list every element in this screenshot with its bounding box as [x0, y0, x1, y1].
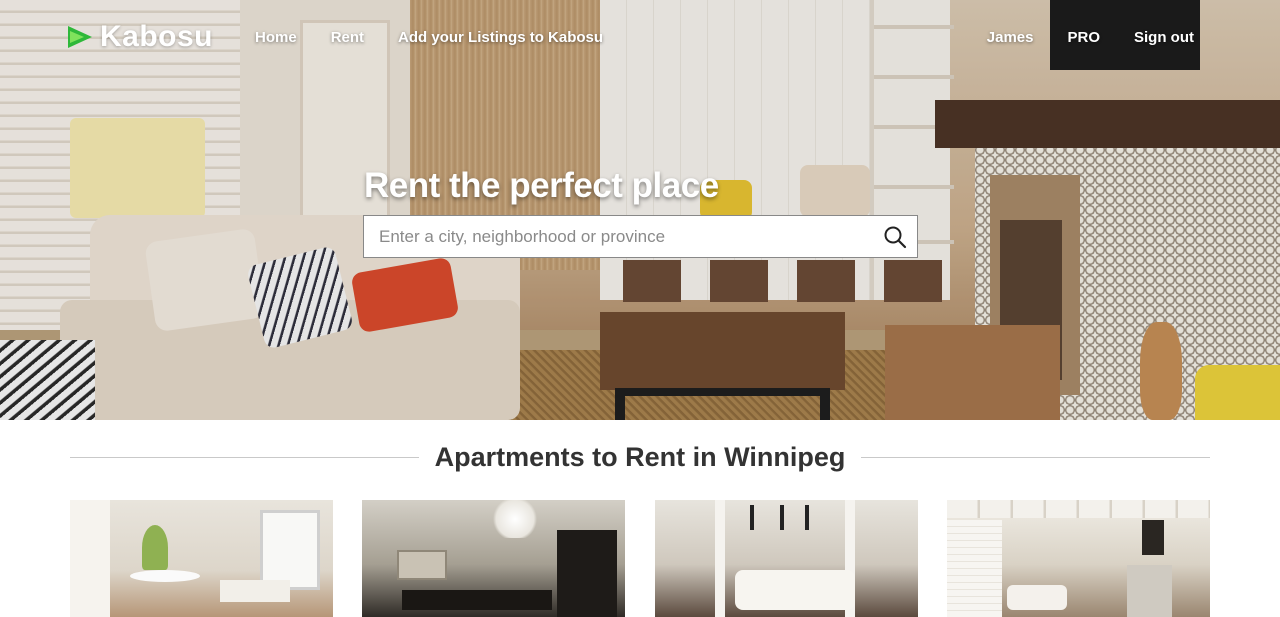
divider-left [70, 456, 419, 458]
section-title: Apartments to Rent in Winnipeg [434, 441, 846, 472]
nav-add-listings-link[interactable]: Add your Listings to Kabosu [398, 29, 603, 46]
nav-rent-link[interactable]: Rent [331, 29, 364, 46]
nav-pro-link[interactable]: PRO [1067, 29, 1100, 46]
search-bar [363, 215, 918, 258]
hero-banner [0, 0, 1280, 420]
primary-nav: Home Rent Add your Listings to Kabosu [255, 29, 637, 46]
divider-right [861, 456, 1210, 458]
hero-title: Rent the perfect place [364, 166, 719, 205]
nav-sign-out-link[interactable]: Sign out [1134, 29, 1194, 46]
brand-name: Kabosu [100, 20, 214, 53]
brand-logo[interactable]: Kabosu [68, 20, 213, 54]
listing-card-bright-living-room[interactable] [654, 500, 918, 617]
listing-card-living-room-with-fireplace[interactable] [946, 500, 1210, 617]
nav-user-link[interactable]: James [987, 29, 1034, 46]
search-input[interactable] [364, 216, 873, 257]
listing-grid [70, 500, 1210, 617]
listing-card-dining-living-room[interactable] [70, 500, 333, 617]
section-header: Apartments to Rent in Winnipeg [70, 437, 1210, 477]
search-icon[interactable] [873, 215, 917, 258]
listing-card-open-plan-dining[interactable] [362, 500, 626, 617]
nav-home-link[interactable]: Home [255, 29, 297, 46]
user-nav: James PRO Sign out [953, 29, 1194, 46]
kabosu-logo-icon [68, 26, 94, 48]
